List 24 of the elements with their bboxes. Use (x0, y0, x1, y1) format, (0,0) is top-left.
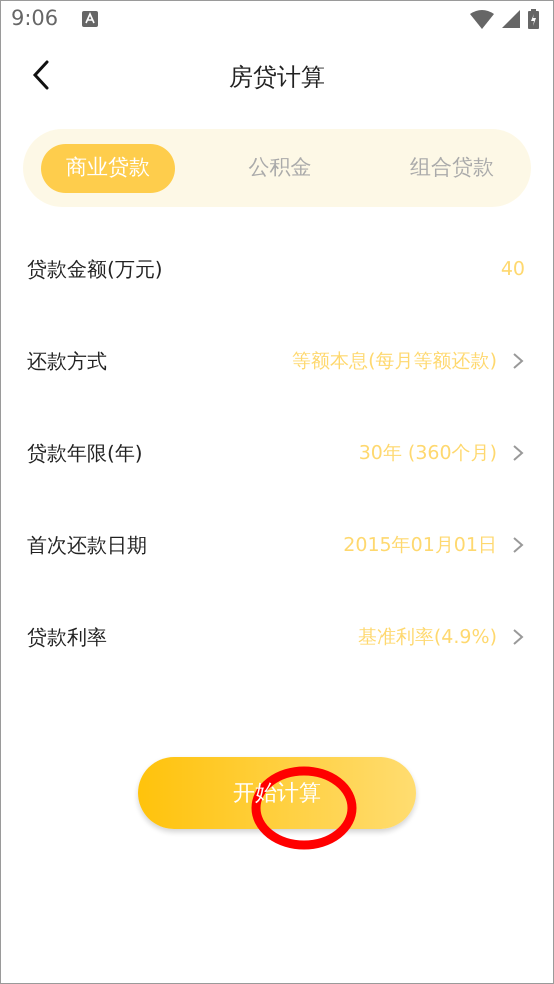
chevron-icon[interactable] (511, 351, 525, 371)
page-title: 房贷计算 (229, 62, 325, 93)
field-value[interactable]: 30年 (360个月) (358, 438, 497, 468)
signal-icon (502, 10, 520, 28)
field-value[interactable]: 等额本息(每月等额还款) (292, 346, 497, 376)
chevron-icon[interactable] (511, 443, 525, 463)
tab[interactable]: 公积金 (213, 144, 347, 192)
field-value[interactable]: 2015年01月01日 (343, 530, 497, 560)
tab[interactable]: 商业贷款 (41, 144, 175, 192)
status-time: 9:06 (11, 5, 58, 32)
chevron-icon[interactable] (511, 627, 525, 647)
keyboard-icon (82, 11, 98, 27)
wifi-icon (470, 10, 494, 28)
back-icon[interactable] (31, 59, 51, 91)
field-label: 贷款金额(万元) (27, 256, 163, 283)
field-label: 贷款利率 (27, 624, 107, 651)
field-value[interactable]: 40 (500, 254, 525, 284)
chevron-icon[interactable] (511, 535, 525, 555)
field-label: 首次还款日期 (27, 532, 147, 559)
tab[interactable]: 组合贷款 (385, 144, 519, 192)
battery-icon (528, 9, 539, 29)
field-value[interactable]: 基准利率(4.9%) (358, 622, 497, 652)
field-label: 贷款年限(年) (27, 440, 143, 467)
field-label: 还款方式 (27, 348, 107, 375)
